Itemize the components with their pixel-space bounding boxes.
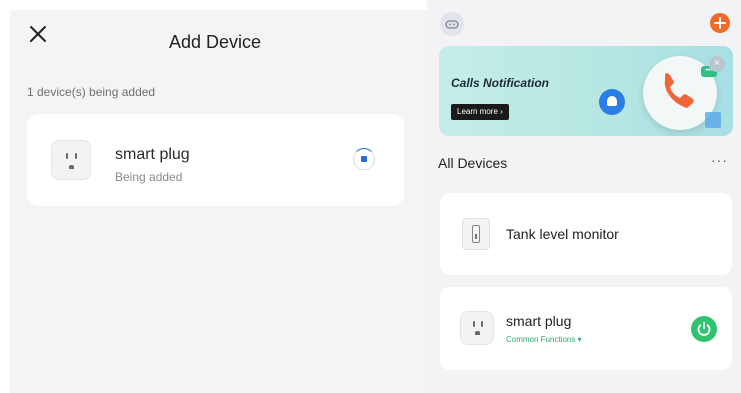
tank-monitor-icon [462,218,490,250]
device-name: smart plug [115,146,190,163]
calls-notification-banner[interactable]: Calls Notification Learn more › ••• × [439,46,733,136]
banner-title: Calls Notification [451,76,550,90]
add-device-button[interactable] [710,13,730,33]
device-name: Tank level monitor [506,226,619,242]
plug-icon [460,311,494,345]
bell-icon [599,89,625,115]
device-name: smart plug [506,313,572,329]
common-functions-link[interactable]: Common Functions ▾ [506,335,582,344]
power-icon[interactable] [691,316,717,342]
page-title: Add Device [168,32,262,52]
section-title: All Devices [438,155,508,171]
home-panel: Calls Notification Learn more › ••• × Al… [427,0,741,393]
plug-icon [51,140,91,180]
device-card-tank-monitor[interactable]: Tank level monitor [440,193,732,275]
learn-more-button[interactable]: Learn more › [451,104,509,120]
avatar-icon[interactable] [440,12,464,36]
decorative-square [705,112,721,128]
add-device-panel: Add Device 1 device(s) being added smart… [10,10,427,393]
adding-device-card: smart plug Being added [27,114,404,206]
adding-status-text: 1 device(s) being added [27,85,156,99]
more-icon[interactable]: ··· [711,152,728,168]
device-card-smart-plug[interactable]: smart plug Common Functions ▾ [440,287,732,370]
device-status: Being added [115,170,183,184]
loading-spinner-icon [353,148,375,170]
banner-close-button[interactable]: × [709,56,725,72]
